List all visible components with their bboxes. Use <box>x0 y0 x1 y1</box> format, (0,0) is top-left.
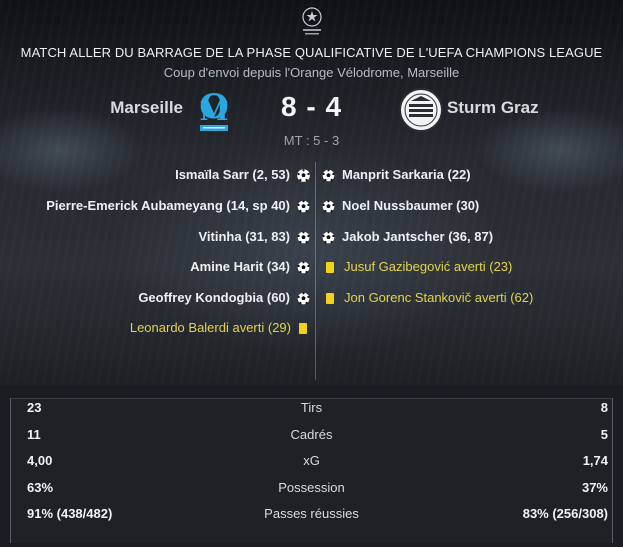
stat-row-on-target: 11 Cadrés 5 <box>10 422 613 448</box>
football-icon <box>297 199 310 212</box>
away-stat-value: 8 <box>600 400 608 415</box>
away-stat-value: 83% (256/308) <box>522 506 608 521</box>
match-title: MATCH ALLER DU BARRAGE DE LA PHASE QUALI… <box>20 45 603 60</box>
event-text: Jakob Jantscher (36, 87) <box>342 229 494 244</box>
home-goal-event[interactable]: Vitinha (31, 83) <box>198 227 310 247</box>
event-text: Vitinha (31, 83) <box>198 229 290 244</box>
stats-right-border <box>612 398 613 543</box>
stat-row-xg: 4,00 xG 1,74 <box>10 448 613 474</box>
stat-label: Possession <box>278 480 345 495</box>
home-goal-event[interactable]: Pierre-Emerick Aubameyang (14, sp 40) <box>46 196 310 216</box>
away-goal-event[interactable]: Jakob Jantscher (36, 87) <box>322 227 493 247</box>
event-text: Noel Nussbaumer (30) <box>342 198 480 213</box>
stat-label: Cadrés <box>290 427 333 442</box>
stat-row-passes: 91% (438/482) Passes réussies 83% (256/3… <box>10 501 613 527</box>
stats-left-border <box>10 398 11 543</box>
football-icon <box>297 291 310 304</box>
away-card-event[interactable]: Jon Gorenc Stankovič averti (62) <box>326 288 533 308</box>
home-goal-event[interactable]: Amine Harit (34) <box>190 257 310 277</box>
stat-label: Tirs <box>300 400 323 415</box>
halftime-score: MT : 5 - 3 <box>283 133 340 148</box>
event-text: Pierre-Emerick Aubameyang (14, sp 40) <box>46 198 290 213</box>
match-stats-panel: 23 Tirs 8 11 Cadrés 5 4,00 xG 1,74 63% P… <box>10 398 613 543</box>
champions-league-starball-icon <box>302 7 322 35</box>
away-card-event[interactable]: Jusuf Gazibegović averti (23) <box>326 257 512 277</box>
yellow-card-icon <box>326 261 334 273</box>
event-text: Manprit Sarkaria (22) <box>342 167 471 182</box>
stat-row-possession: 63% Possession 37% <box>10 475 613 501</box>
football-icon <box>297 230 310 243</box>
event-text: Geoffrey Kondogbia (60) <box>138 290 290 305</box>
away-stat-value: 37% <box>581 480 608 495</box>
stat-label: xG <box>303 453 320 468</box>
home-card-event[interactable]: Leonardo Balerdi averti (29) <box>130 318 307 338</box>
event-text: Jusuf Gazibegović averti (23) <box>344 259 513 274</box>
football-icon <box>322 199 335 212</box>
stat-row-shots: 23 Tirs 8 <box>10 395 613 421</box>
football-icon <box>322 168 335 181</box>
event-text: Amine Harit (34) <box>190 259 290 274</box>
away-goal-event[interactable]: Noel Nussbaumer (30) <box>322 196 479 216</box>
event-text: Leonardo Balerdi averti (29) <box>129 320 291 335</box>
yellow-card-icon <box>299 322 307 334</box>
football-icon <box>297 260 310 273</box>
away-stat-value: 1,74 <box>582 453 608 468</box>
event-text: Ismaïla Sarr (2, 53) <box>175 167 290 182</box>
sturm-graz-crest-icon[interactable] <box>398 87 444 133</box>
yellow-card-icon <box>326 292 334 304</box>
football-icon <box>297 168 310 182</box>
away-goal-event[interactable]: Manprit Sarkaria (22) <box>322 165 471 185</box>
match-subtitle: Coup d'envoi depuis l'Orange Vélodrome, … <box>163 65 460 80</box>
home-goal-event[interactable]: Geoffrey Kondogbia (60) <box>138 288 310 308</box>
away-team-name[interactable]: Sturm Graz <box>447 98 539 118</box>
event-text: Jon Gorenc Stankovič averti (62) <box>344 290 534 305</box>
events-divider <box>315 162 316 380</box>
away-stat-value: 5 <box>600 427 608 442</box>
football-icon <box>322 230 335 243</box>
home-goal-event[interactable]: Ismaïla Sarr (2, 53) <box>175 165 310 185</box>
